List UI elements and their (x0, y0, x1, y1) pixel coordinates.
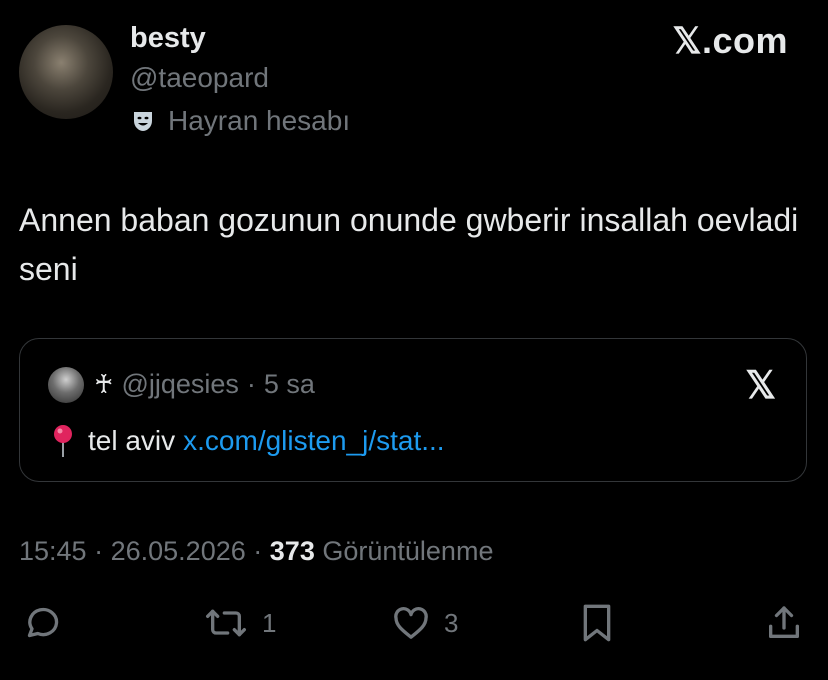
user-handle[interactable]: @taeopard (130, 62, 269, 94)
post-time[interactable]: 15:45 (19, 536, 87, 566)
meta-separator: · (253, 536, 263, 566)
tweet-text: Annen baban gozunun onunde gwberir insal… (19, 202, 799, 287)
quoted-tweet-card[interactable]: ♰ @jjqesies · 5 sa 𝕏 tel aviv x.com/glis… (19, 338, 807, 482)
retweet-icon (206, 609, 246, 637)
bookmark-icon (583, 604, 611, 642)
share-button[interactable] (764, 598, 804, 648)
views-count: 373 (269, 536, 315, 566)
action-bar: 1 3 (0, 598, 828, 648)
share-icon (769, 606, 799, 638)
bookmark-button[interactable] (578, 598, 616, 648)
retweet-button[interactable]: 1 (202, 598, 276, 648)
quoted-handle[interactable]: @jjqesies (121, 369, 238, 400)
quoted-avatar[interactable] (48, 367, 84, 403)
retweet-count: 1 (262, 607, 277, 638)
like-button[interactable]: 3 (390, 598, 458, 648)
tweet-meta: 15:45 · 26.05.2026 · 373 Görüntülenme (19, 536, 493, 567)
quoted-link[interactable]: x.com/glisten_j/stat... (183, 425, 444, 457)
reply-button[interactable] (22, 598, 74, 648)
heart-icon (394, 607, 428, 639)
round-pushpin-icon (50, 423, 76, 459)
views-label: Görüntülenme (322, 536, 494, 566)
display-name[interactable]: besty (130, 22, 206, 55)
x-logo-icon: 𝕏 (745, 365, 776, 407)
account-label: Hayran hesabı (130, 104, 350, 138)
avatar[interactable] (19, 25, 113, 119)
quoted-text: tel aviv (88, 425, 176, 456)
cross-symbol: ♰ (94, 369, 114, 399)
like-count: 3 (444, 607, 459, 638)
quoted-time: 5 sa (263, 369, 315, 399)
meta-separator: · (94, 536, 104, 566)
account-label-text: Hayran hesabı (168, 105, 351, 136)
theater-mask-icon (130, 108, 156, 134)
post-date[interactable]: 26.05.2026 (111, 536, 246, 566)
x-com-logo: 𝕏.com (672, 20, 788, 61)
reply-icon (27, 607, 59, 638)
separator-dot: · (246, 369, 256, 399)
quoted-header: ♰ @jjqesies · 5 sa (94, 369, 315, 400)
quoted-body: tel aviv x.com/glisten_j/stat... (50, 423, 445, 459)
